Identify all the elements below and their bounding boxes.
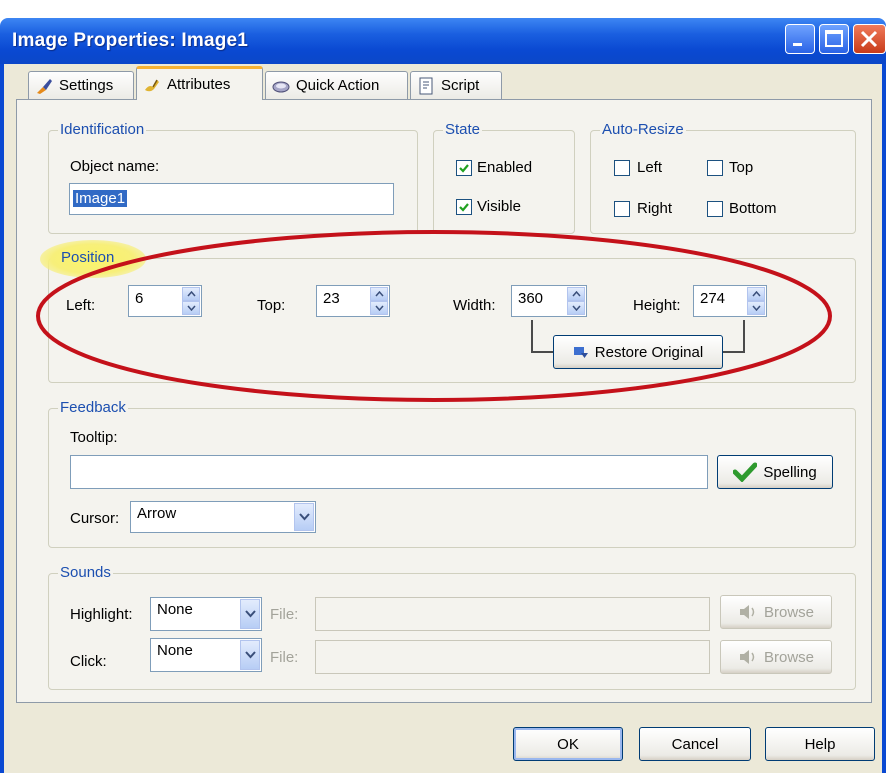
tab-script[interactable]: Script	[410, 71, 502, 99]
object-name-value: Image1	[73, 190, 128, 207]
chevron-down-icon	[244, 651, 256, 659]
tab-attributes-label: Attributes	[167, 76, 231, 93]
maximize-icon	[825, 30, 843, 47]
state-group	[433, 130, 575, 234]
click-sound-value: None	[157, 642, 193, 659]
identification-title: Identification	[58, 121, 147, 138]
cursor-label: Cursor:	[70, 510, 120, 527]
auto-resize-bottom-checkbox[interactable]	[707, 201, 723, 217]
visible-label: Visible	[477, 198, 521, 215]
auto-resize-right-checkbox[interactable]	[614, 201, 630, 217]
spelling-button[interactable]: Spelling	[717, 455, 833, 489]
tooltip-input[interactable]	[70, 455, 708, 489]
checkmark-icon	[459, 203, 469, 212]
highlight-file-label: File:	[270, 606, 299, 623]
enabled-checkbox[interactable]	[456, 160, 472, 176]
checkmark-icon	[459, 164, 469, 173]
annotation-ellipse	[36, 230, 832, 402]
state-title: State	[443, 121, 483, 138]
highlight-file-input[interactable]	[315, 597, 710, 631]
object-name-input[interactable]: Image1	[69, 183, 394, 215]
auto-resize-bottom-label: Bottom	[729, 200, 777, 217]
object-name-label: Object name:	[70, 158, 160, 175]
minimize-button[interactable]	[785, 24, 815, 54]
tab-quick-action-label: Quick Action	[296, 77, 380, 94]
paint-brush-icon	[37, 78, 52, 94]
help-button[interactable]: Help	[765, 727, 875, 761]
click-sound-select[interactable]: None	[150, 638, 262, 672]
auto-resize-top-checkbox[interactable]	[707, 160, 723, 176]
highlight-label: Highlight:	[70, 606, 133, 623]
auto-resize-top-label: Top	[729, 159, 754, 176]
click-file-label: File:	[270, 649, 299, 666]
cursor-select[interactable]: Arrow	[130, 501, 316, 533]
auto-resize-right-label: Right	[637, 200, 673, 217]
brush-stroke-icon	[145, 79, 159, 91]
ok-label: OK	[557, 735, 579, 753]
speaker-icon	[739, 605, 755, 619]
highlight-dropdown-button[interactable]	[240, 599, 260, 629]
spelling-label: Spelling	[763, 463, 817, 481]
tooltip-label: Tooltip:	[70, 429, 118, 446]
cursor-dropdown-button[interactable]	[294, 503, 314, 531]
highlight-sound-select[interactable]: None	[150, 597, 262, 631]
eraser-icon	[272, 81, 290, 92]
click-file-input[interactable]	[315, 640, 710, 674]
auto-resize-left-checkbox[interactable]	[614, 160, 630, 176]
tab-script-label: Script	[441, 77, 480, 94]
visible-checkbox[interactable]	[456, 199, 472, 215]
ok-button[interactable]: OK	[513, 727, 623, 761]
tab-settings-label: Settings	[59, 77, 114, 94]
speaker-icon	[739, 650, 755, 664]
close-button[interactable]	[853, 24, 886, 54]
tab-quick-action[interactable]: Quick Action	[265, 71, 408, 99]
cursor-value: Arrow	[137, 505, 177, 522]
chevron-down-icon	[244, 610, 256, 618]
cancel-button[interactable]: Cancel	[639, 727, 751, 761]
sounds-title: Sounds	[58, 564, 113, 581]
feedback-title: Feedback	[58, 399, 128, 416]
window-title: Image Properties: Image1	[12, 30, 249, 51]
enabled-label: Enabled	[477, 159, 533, 176]
tab-settings[interactable]: Settings	[28, 71, 134, 99]
help-label: Help	[804, 735, 836, 753]
click-label: Click:	[70, 653, 107, 670]
highlight-sound-value: None	[157, 601, 193, 618]
chevron-down-icon	[298, 513, 310, 521]
click-browse-label: Browse	[763, 648, 815, 666]
close-icon	[860, 30, 878, 48]
maximize-button[interactable]	[819, 24, 849, 54]
highlight-browse-label: Browse	[763, 603, 815, 621]
auto-resize-group	[590, 130, 856, 234]
identification-group	[48, 130, 418, 234]
checkmark-icon	[733, 462, 758, 482]
tab-attributes[interactable]: Attributes	[136, 66, 263, 100]
cancel-label: Cancel	[671, 735, 719, 753]
highlight-browse-button[interactable]: Browse	[720, 595, 832, 629]
click-browse-button[interactable]: Browse	[720, 640, 832, 674]
auto-resize-title: Auto-Resize	[600, 121, 686, 138]
minimize-icon	[793, 43, 802, 46]
script-page-icon	[419, 77, 433, 94]
auto-resize-left-label: Left	[637, 159, 663, 176]
click-dropdown-button[interactable]	[240, 640, 260, 670]
